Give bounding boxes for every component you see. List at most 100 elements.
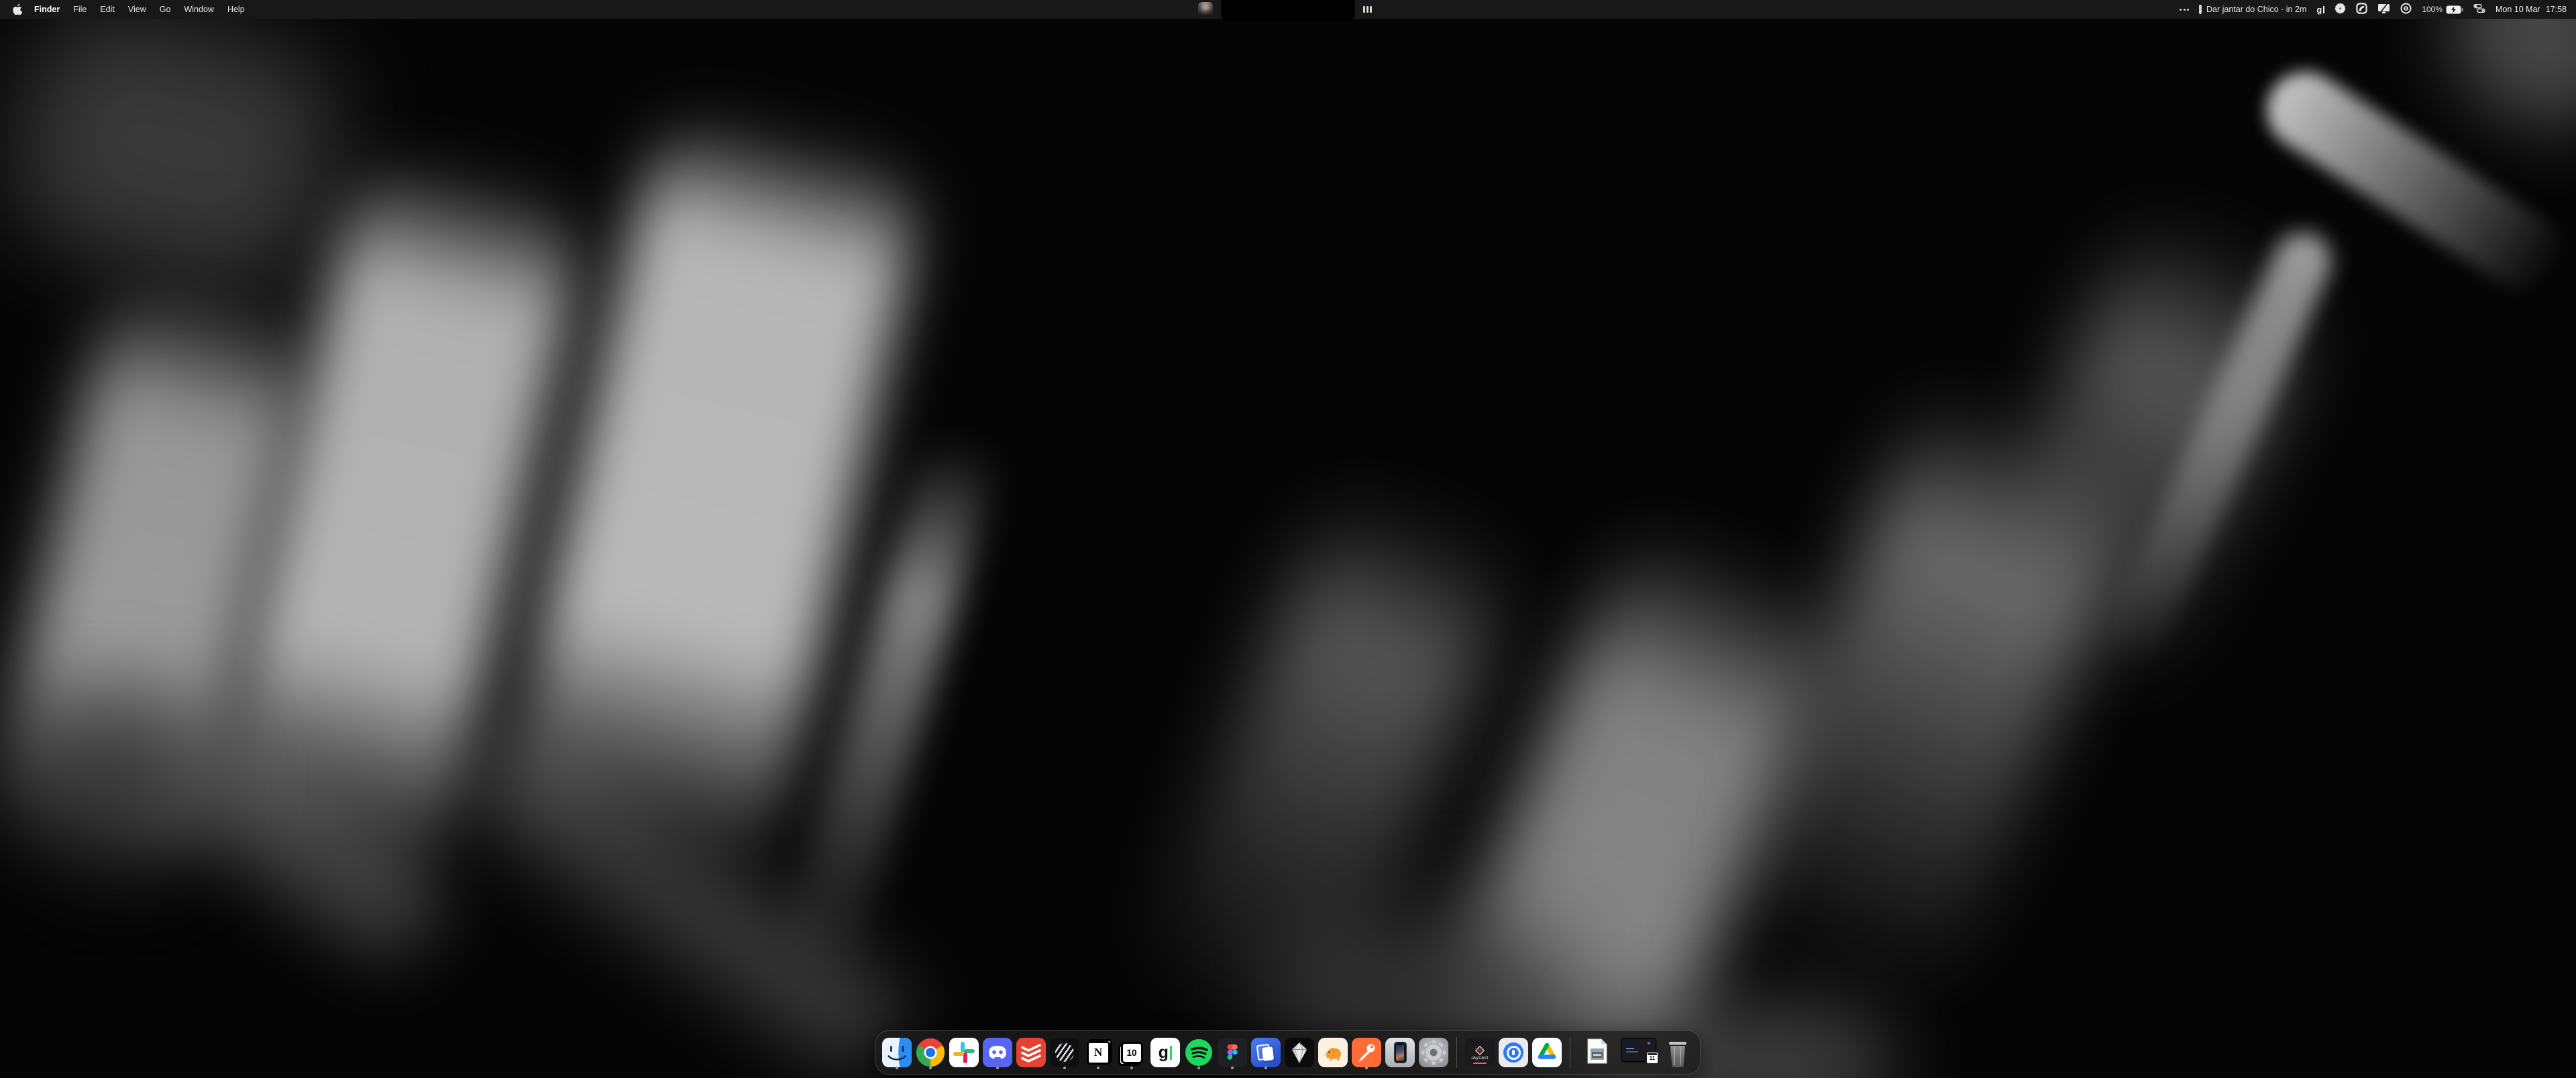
wallpaper-streak <box>27 698 215 859</box>
display-notch <box>1221 0 1355 21</box>
postman-icon <box>1352 1038 1381 1067</box>
running-indicator <box>996 1067 999 1069</box>
reminder-bar-icon <box>2199 5 2202 14</box>
battery-percent: 100% <box>2422 5 2443 14</box>
granola-cursor <box>1170 1046 1173 1060</box>
figma-icon <box>1218 1038 1247 1067</box>
screenshot-date-badge: 11 <box>1646 1052 1658 1064</box>
wallpaper-streak <box>2418 0 2576 158</box>
clock-time: 17:58 <box>2546 5 2567 14</box>
raycast-icon: raycast <box>1465 1038 1495 1067</box>
screenshot-thumbnail: 11 <box>1621 1038 1656 1062</box>
grid-bars-menu-item[interactable] <box>1363 6 1372 13</box>
dock-item-blue-panes-app[interactable] <box>1251 1035 1281 1070</box>
display-mirroring-icon[interactable] <box>2377 3 2390 16</box>
slack-icon <box>949 1038 979 1067</box>
dock-item-trash[interactable] <box>1662 1035 1694 1070</box>
dock-item-iphone-mirroring[interactable] <box>1385 1035 1415 1070</box>
dock-item-screenshot[interactable]: 11 <box>1620 1035 1658 1070</box>
google-drive-icon <box>1532 1038 1562 1067</box>
raycast-underline <box>1473 1063 1487 1064</box>
system-settings-icon <box>1419 1038 1448 1067</box>
raycast-diamond <box>1475 1046 1485 1055</box>
menu-help[interactable]: Help <box>221 0 252 19</box>
striped-sphere <box>1055 1043 1074 1062</box>
running-indicator <box>896 1067 898 1069</box>
granola-glyph: g <box>1159 1046 1169 1059</box>
running-indicator <box>1097 1067 1099 1069</box>
running-indicator <box>1130 1067 1133 1069</box>
dock-item-discord[interactable] <box>983 1035 1012 1070</box>
dock-item-spotify[interactable] <box>1184 1035 1214 1070</box>
reminder-item[interactable]: Dar jantar do Chico · in 2m <box>2199 5 2306 14</box>
menu-finder[interactable]: Finder <box>28 0 66 19</box>
reminder-text: Dar jantar do Chico · in 2m <box>2206 5 2306 14</box>
running-indicator <box>1365 1067 1368 1069</box>
iphone-mirroring-icon <box>1385 1038 1415 1067</box>
front-pane <box>1262 1046 1274 1061</box>
trash-icon <box>1664 1038 1691 1070</box>
notion-calendar-icon: 10 <box>1117 1038 1146 1067</box>
dock-item-system-settings[interactable] <box>1419 1035 1448 1070</box>
dock-item-1password[interactable] <box>1499 1035 1528 1070</box>
gem-icon <box>1285 1038 1314 1067</box>
apple-icon <box>12 3 22 15</box>
overflow-ellipsis-icon[interactable] <box>2180 9 2189 11</box>
battery-status[interactable]: 100% <box>2422 5 2463 14</box>
dock-item-raycast[interactable]: raycast <box>1465 1035 1495 1070</box>
desktop-wallpaper <box>0 0 2576 1078</box>
granola-icon: g <box>1150 1038 1180 1067</box>
dock-item-chrome[interactable] <box>916 1035 945 1070</box>
menu-view[interactable]: View <box>121 0 153 19</box>
document-file-icon <box>1587 1038 1608 1065</box>
notion-glyph: N <box>1094 1046 1102 1059</box>
iphone-image <box>1394 1042 1407 1063</box>
menu-window[interactable]: Window <box>177 0 220 19</box>
dock-item-todoist[interactable] <box>1016 1035 1046 1070</box>
sunburst-icon[interactable] <box>2334 3 2346 16</box>
finder-icon <box>882 1038 912 1067</box>
granola-menu-icon[interactable]: g <box>2316 5 2324 14</box>
dock-item-linear[interactable] <box>1050 1035 1079 1070</box>
dock: N 10 g <box>875 1030 1701 1075</box>
running-indicator <box>1231 1067 1234 1069</box>
dock-item-notion-calendar[interactable]: 10 <box>1117 1035 1146 1070</box>
dock-item-mammoth[interactable] <box>1318 1035 1348 1070</box>
menu-bar-clock[interactable]: Mon 10 Mar 17:58 <box>2496 5 2567 14</box>
dock-item-granola[interactable]: g <box>1150 1035 1180 1070</box>
discord-icon <box>983 1038 1012 1067</box>
linear-icon <box>1050 1038 1079 1067</box>
dock-item-figma[interactable] <box>1218 1035 1247 1070</box>
mammoth-icon <box>1318 1038 1348 1067</box>
dock-item-postman[interactable] <box>1352 1035 1381 1070</box>
wallpaper-streak <box>0 0 352 300</box>
1password-menu-icon[interactable] <box>2400 3 2412 16</box>
menu-bar-status: Dar jantar do Chico · in 2m g <box>2180 0 2567 19</box>
menu-file[interactable]: File <box>66 0 93 19</box>
notion-calendar-glyph: 10 <box>1126 1048 1136 1058</box>
dock-item-document[interactable] <box>1578 1035 1616 1070</box>
dock-item-notion[interactable]: N <box>1083 1035 1113 1070</box>
battery-charging-icon <box>2446 5 2463 14</box>
running-indicator <box>1265 1067 1267 1069</box>
notion-icon: N <box>1083 1038 1113 1067</box>
clock-date: Mon 10 Mar <box>2496 5 2540 14</box>
blue-panes-icon <box>1251 1038 1281 1067</box>
todoist-icon <box>1016 1038 1046 1067</box>
desktop: Finder File Edit View Go Window Help Dar… <box>0 0 2576 1078</box>
running-indicator <box>929 1067 932 1069</box>
spotify-icon <box>1184 1038 1214 1067</box>
dock-item-slack[interactable] <box>949 1035 979 1070</box>
dock-item-google-drive[interactable] <box>1532 1035 1562 1070</box>
avatar-menu-item[interactable] <box>1198 2 1213 17</box>
chrome-icon <box>916 1038 945 1067</box>
menu-edit[interactable]: Edit <box>93 0 121 19</box>
apple-menu[interactable] <box>9 3 28 15</box>
shape-badge-icon[interactable] <box>2356 3 2367 16</box>
1password-icon <box>1499 1038 1528 1067</box>
dock-item-gem-app[interactable] <box>1285 1035 1314 1070</box>
menu-bar-left: Finder File Edit View Go Window Help <box>9 0 252 19</box>
control-center-icon[interactable] <box>2473 4 2485 15</box>
menu-go[interactable]: Go <box>153 0 178 19</box>
dock-item-finder[interactable] <box>882 1035 912 1070</box>
